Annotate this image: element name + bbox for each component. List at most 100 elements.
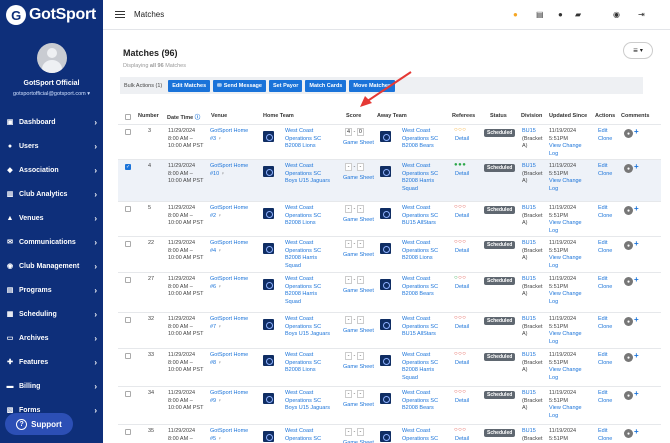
- add-comment-icon[interactable]: +: [634, 239, 639, 248]
- row-checkbox[interactable]: [125, 391, 131, 397]
- comment-icon[interactable]: ●: [624, 206, 633, 215]
- comment-icon[interactable]: ●: [624, 429, 633, 438]
- division-cell[interactable]: BU15(BracketA): [522, 276, 542, 299]
- row-checkbox[interactable]: [125, 429, 131, 435]
- table-row[interactable]: 22 11/29/2024 8:00 AM –10:00 AM PST GotSpor…: [118, 236, 661, 272]
- change-log-link[interactable]: Log: [549, 299, 582, 307]
- home-score[interactable]: -: [345, 316, 352, 324]
- referee-detail-link[interactable]: Detail: [455, 324, 469, 332]
- edit-link[interactable]: Edit: [598, 390, 612, 398]
- edit-link[interactable]: Edit: [598, 428, 612, 436]
- away-team-link[interactable]: West Coast Operations SC B2008 Harris Squad: [402, 163, 438, 193]
- support-button[interactable]: ? Support: [5, 413, 73, 435]
- edit-link[interactable]: Edit: [598, 352, 612, 360]
- table-row[interactable]: 32 11/29/2024 8:00 AM –10:00 AM PST GotSpor…: [118, 312, 661, 348]
- logout-icon[interactable]: ⇥: [638, 10, 645, 19]
- away-score[interactable]: -: [356, 316, 364, 324]
- venue-cell[interactable]: GotSport Home #7 ♀: [210, 316, 248, 331]
- user-email[interactable]: gotsportofficial@gotsport.com ▾: [0, 91, 103, 97]
- division-cell[interactable]: BU15(BracketA): [522, 316, 542, 339]
- referee-detail-link[interactable]: Detail: [455, 171, 469, 179]
- column-header-date-time[interactable]: Date Time ⓘ: [167, 113, 200, 121]
- edit-link[interactable]: Edit: [598, 128, 612, 136]
- sidebar-item-dashboard[interactable]: ▣ Dashboard ›: [0, 110, 103, 134]
- home-score[interactable]: -: [345, 276, 352, 284]
- brand-logo[interactable]: G GotSport: [0, 0, 103, 30]
- edit-link[interactable]: Edit: [598, 240, 612, 248]
- table-row[interactable]: 27 11/29/2024 8:00 AM –10:00 AM PST GotSpor…: [118, 272, 661, 312]
- comment-icon[interactable]: ●: [624, 391, 633, 400]
- sidebar-item-billing[interactable]: ▬ Billing ›: [0, 374, 103, 398]
- away-score[interactable]: -: [356, 390, 364, 398]
- division-cell[interactable]: BU15(BracketA): [522, 163, 542, 186]
- home-team-link[interactable]: West Coast Operations SC Boys U15 Jaguars: [285, 316, 330, 339]
- home-team-link[interactable]: West Coast Operations SC Boys U15 Jaguars: [285, 390, 330, 413]
- division-cell[interactable]: BU15(BracketA): [522, 128, 542, 151]
- change-log-link[interactable]: Log: [549, 263, 582, 271]
- venue-cell[interactable]: GotSport Home #6 ♀: [210, 276, 248, 291]
- home-score[interactable]: -: [345, 240, 352, 248]
- referee-detail-link[interactable]: Detail: [455, 436, 469, 443]
- away-team-link[interactable]: West CoastOperations SCBU15 AllStars: [402, 428, 438, 443]
- receipt-icon[interactable]: ▤: [536, 10, 544, 19]
- sidebar-item-features[interactable]: ✚ Features ›: [0, 350, 103, 374]
- change-log-link[interactable]: Log: [549, 413, 582, 421]
- comment-icon[interactable]: ●: [624, 277, 633, 286]
- view-change-link[interactable]: View Change: [549, 143, 582, 151]
- edit-link[interactable]: Edit: [598, 205, 612, 213]
- change-log-link[interactable]: Log: [549, 186, 582, 194]
- clone-link[interactable]: Clone: [598, 171, 612, 179]
- comment-icon[interactable]: ●: [624, 129, 633, 138]
- row-checkbox[interactable]: [125, 164, 131, 170]
- venue-cell[interactable]: GotSport Home #4 ♀: [210, 240, 248, 255]
- referee-detail-link[interactable]: Detail: [455, 213, 469, 221]
- sidebar-item-programs[interactable]: ▤ Programs ›: [0, 278, 103, 302]
- inbox-icon[interactable]: ▰: [575, 10, 581, 19]
- referee-detail-link[interactable]: Detail: [455, 360, 469, 368]
- home-team-link[interactable]: West Coast Operations SC Boys U15 Jaguars: [285, 163, 330, 186]
- edit-link[interactable]: Edit: [598, 163, 612, 171]
- away-score[interactable]: -: [356, 205, 364, 213]
- comment-icon[interactable]: ●: [624, 164, 633, 173]
- table-row[interactable]: 33 11/29/2024 8:00 AM –10:00 AM PST GotSpor…: [118, 348, 661, 386]
- division-cell[interactable]: BU15(BracketA): [522, 352, 542, 375]
- home-team-link[interactable]: West CoastOperations SCB2008 Lions: [285, 428, 321, 443]
- select-all-checkbox[interactable]: [125, 114, 131, 120]
- add-comment-icon[interactable]: +: [634, 389, 639, 398]
- sidebar-item-communications[interactable]: ✉ Communications ›: [0, 230, 103, 254]
- venue-cell[interactable]: GotSport Home #10 ♀: [210, 163, 248, 178]
- game-sheet-link[interactable]: Game Sheet: [343, 175, 374, 183]
- clone-link[interactable]: Clone: [598, 213, 612, 221]
- list-options-button[interactable]: ≡ ▾: [623, 42, 653, 59]
- venue-cell[interactable]: GotSport Home #9 ♀: [210, 390, 248, 405]
- edit-link[interactable]: Edit: [598, 276, 612, 284]
- venue-cell[interactable]: GotSport Home #3 ♀: [210, 128, 248, 143]
- menu-icon[interactable]: [115, 11, 125, 18]
- sidebar-item-club-management[interactable]: ◉ Club Management ›: [0, 254, 103, 278]
- sidebar-item-club-analytics[interactable]: ▥ Club Analytics ›: [0, 182, 103, 206]
- game-sheet-link[interactable]: Game Sheet: [343, 140, 374, 148]
- game-sheet-link[interactable]: Game Sheet: [343, 288, 374, 296]
- clone-link[interactable]: Clone: [598, 436, 612, 443]
- home-team-link[interactable]: West Coast Operations SC B2008 Harris Squad: [285, 240, 321, 270]
- away-score[interactable]: -: [356, 240, 364, 248]
- add-comment-icon[interactable]: +: [634, 204, 639, 213]
- home-team-link[interactable]: West Coast Operations SC B2008 Harris Squad: [285, 276, 321, 306]
- add-comment-icon[interactable]: +: [634, 351, 639, 360]
- row-checkbox[interactable]: [125, 241, 131, 247]
- clone-link[interactable]: Clone: [598, 324, 612, 332]
- row-checkbox[interactable]: [125, 206, 131, 212]
- away-score[interactable]: -: [356, 276, 364, 284]
- add-comment-icon[interactable]: +: [634, 427, 639, 436]
- away-score[interactable]: -: [356, 352, 364, 360]
- help-circle-icon[interactable]: ●: [513, 10, 518, 19]
- sidebar-item-archives[interactable]: ▭ Archives ›: [0, 326, 103, 350]
- table-row[interactable]: 34 11/29/2024 8:00 AM –10:00 AM PST GotSpor…: [118, 386, 661, 424]
- away-team-link[interactable]: West Coast Operations SC B2008 Bears: [402, 276, 438, 299]
- division-cell[interactable]: BU15(BracketA): [522, 390, 542, 413]
- away-team-link[interactable]: West Coast Operations SC B2008 Bears: [402, 128, 438, 151]
- venue-cell[interactable]: GotSport Home #8 ♀: [210, 352, 248, 367]
- away-team-link[interactable]: West Coast Operations SC B2008 Bears: [402, 390, 438, 413]
- home-score[interactable]: -: [345, 390, 352, 398]
- view-change-link[interactable]: View Change: [549, 178, 582, 186]
